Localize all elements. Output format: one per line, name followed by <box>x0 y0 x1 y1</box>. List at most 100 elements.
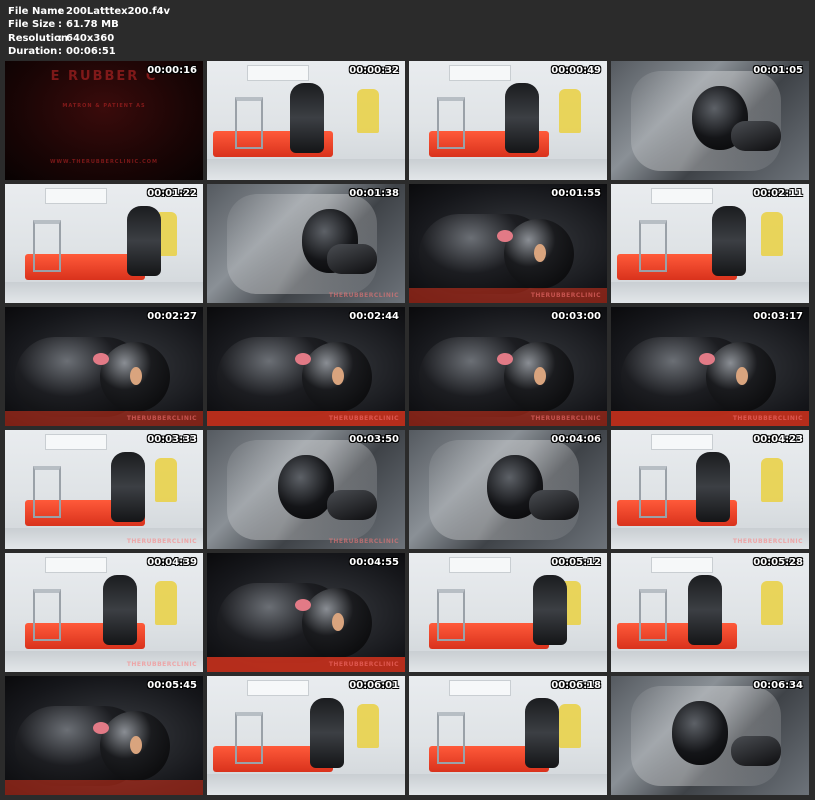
window-shape <box>651 188 713 204</box>
floor-shape <box>409 159 607 180</box>
watermark-text: THERUBBERCLINIC <box>328 661 399 668</box>
glove-shape <box>731 121 781 151</box>
thumbnail[interactable]: 00:01:05 <box>611 61 809 180</box>
window-shape <box>651 557 713 573</box>
watermark-text: THERUBBERCLINIC <box>328 292 399 299</box>
figure-shape <box>696 452 730 522</box>
thumbnail[interactable]: THERUBBERCLINIC 00:03:50 <box>207 430 405 549</box>
figure-shape <box>688 575 722 645</box>
watermark-text: THERUBBERCLINIC <box>732 415 803 422</box>
timestamp-label: 00:04:06 <box>551 434 601 445</box>
mask-mouth-shape <box>497 230 513 242</box>
mask-eye-shape <box>130 367 142 385</box>
yellow-gown-shape <box>155 458 177 502</box>
file-info-separator: : <box>58 6 62 17</box>
thumbnail[interactable]: 00:06:18 <box>409 676 607 795</box>
timestamp-label: 00:03:50 <box>349 434 399 445</box>
mask-mouth-shape <box>93 722 109 734</box>
glove-shape <box>731 736 781 766</box>
thumbnail[interactable]: 00:06:01 <box>207 676 405 795</box>
figure-shape <box>505 83 539 153</box>
timestamp-label: 00:04:23 <box>753 434 803 445</box>
thumbnail[interactable]: THERUBBERCLINIC 00:03:00 <box>409 307 607 426</box>
file-info-label: File Size <box>8 19 56 31</box>
window-shape <box>651 434 713 450</box>
figure-shape <box>310 698 344 768</box>
file-info-separator: : <box>58 19 62 31</box>
watermark-text: THERUBBERCLINIC <box>530 292 601 299</box>
intro-subtitle: MATRON & PATIENT AS <box>62 103 146 109</box>
cart-shape <box>639 466 667 518</box>
yellow-gown-shape <box>761 212 783 256</box>
thumbnail[interactable]: THERUBBERCLINIC 00:04:55 <box>207 553 405 672</box>
yellow-gown-shape <box>357 704 379 748</box>
thumbnail[interactable]: 00:00:32 <box>207 61 405 180</box>
watermark-text: THERUBBERCLINIC <box>126 415 197 422</box>
thumbnail[interactable]: 00:05:45 <box>5 676 203 795</box>
file-info-label: File Name <box>8 6 65 17</box>
timestamp-label: 00:03:17 <box>753 311 803 322</box>
window-shape <box>449 65 511 81</box>
file-info-value: 00:06:51 <box>66 45 116 57</box>
window-shape <box>449 557 511 573</box>
thumbnail[interactable]: E RUBBER C MATRON & PATIENT AS WWW.THERUBB… <box>5 61 203 180</box>
window-shape <box>45 557 107 573</box>
thumbnail-grid: E RUBBER C MATRON & PATIENT AS WWW.THERUBB… <box>5 61 811 795</box>
floor-shape <box>207 159 405 180</box>
thumbnail[interactable]: 00:01:22 <box>5 184 203 303</box>
cart-shape <box>235 97 263 149</box>
floor-shape <box>5 282 203 303</box>
timestamp-label: 00:00:16 <box>147 65 197 76</box>
thumbnail[interactable]: THERUBBERCLINIC 00:01:38 <box>207 184 405 303</box>
yellow-gown-shape <box>761 581 783 625</box>
mask-mouth-shape <box>497 353 513 365</box>
timestamp-label: 00:02:27 <box>147 311 197 322</box>
floor-shape <box>611 282 809 303</box>
mask-eye-shape <box>332 613 344 631</box>
yellow-gown-shape <box>155 581 177 625</box>
file-info-value: 200Latttex200.f4v <box>66 6 171 17</box>
timestamp-label: 00:02:11 <box>753 188 803 199</box>
figure-shape <box>712 206 746 276</box>
thumbnail[interactable]: THERUBBERCLINIC 00:03:17 <box>611 307 809 426</box>
thumbnail[interactable]: 00:06:34 <box>611 676 809 795</box>
watermark-text: THERUBBERCLINIC <box>328 415 399 422</box>
timestamp-label: 00:01:55 <box>551 188 601 199</box>
thumbnail[interactable]: 00:00:49 <box>409 61 607 180</box>
thumbnail[interactable]: THERUBBERCLINIC 00:02:44 <box>207 307 405 426</box>
timestamp-label: 00:06:18 <box>551 680 601 691</box>
thumbnail[interactable]: 00:05:12 <box>409 553 607 672</box>
watermark-text: THERUBBERCLINIC <box>126 538 197 545</box>
thumbnail[interactable]: THERUBBERCLINIC 00:04:39 <box>5 553 203 672</box>
cart-shape <box>33 220 61 272</box>
file-info-row: File Name : 200Latttex200.f4v <box>8 5 408 18</box>
figure-shape <box>103 575 137 645</box>
mask-eye-shape <box>332 367 344 385</box>
thumbnail[interactable]: 00:02:11 <box>611 184 809 303</box>
cart-shape <box>639 589 667 641</box>
cart-shape <box>639 220 667 272</box>
window-shape <box>247 65 309 81</box>
thumbnail[interactable]: 00:05:28 <box>611 553 809 672</box>
figure-shape <box>533 575 567 645</box>
cart-shape <box>437 712 465 764</box>
file-info-label: Duration <box>8 45 58 57</box>
file-info-row: File Size : 61.78 MB <box>8 18 408 31</box>
thumbnail[interactable]: THERUBBERCLINIC 00:01:55 <box>409 184 607 303</box>
mask-mouth-shape <box>295 599 311 611</box>
mask-eye-shape <box>534 367 546 385</box>
thumbnail[interactable]: 00:04:06 <box>409 430 607 549</box>
cart-shape <box>437 589 465 641</box>
glove-shape <box>529 490 579 520</box>
thumbnail[interactable]: THERUBBERCLINIC 00:03:33 <box>5 430 203 549</box>
window-shape <box>45 434 107 450</box>
floor-shape <box>409 651 607 672</box>
thumbnail[interactable]: THERUBBERCLINIC 00:02:27 <box>5 307 203 426</box>
timestamp-label: 00:04:39 <box>147 557 197 568</box>
watermark-text: THERUBBERCLINIC <box>328 538 399 545</box>
timestamp-label: 00:00:32 <box>349 65 399 76</box>
yellow-gown-shape <box>357 89 379 133</box>
window-shape <box>247 680 309 696</box>
watermark-text: THERUBBERCLINIC <box>732 538 803 545</box>
thumbnail[interactable]: THERUBBERCLINIC 00:04:23 <box>611 430 809 549</box>
